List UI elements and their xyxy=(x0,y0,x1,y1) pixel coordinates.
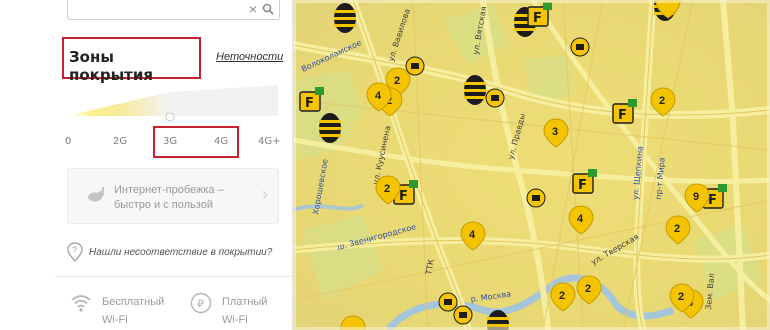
coverage-panel: × Зоны покрытия Неточности 0 2G 3G 4G 4G… xyxy=(0,0,293,330)
cluster-pin: 2 xyxy=(585,283,591,295)
svg-text:?: ? xyxy=(72,245,77,255)
cluster-pin: 2 xyxy=(559,290,565,302)
ruble-icon: ₽ xyxy=(190,292,212,314)
cluster-pin: 2 xyxy=(678,291,684,303)
cluster-pin: 4 xyxy=(375,90,382,102)
rabbit-icon xyxy=(88,187,105,202)
search-input[interactable]: × xyxy=(67,0,280,20)
mismatch-link[interactable]: Нашли несоответствие в покрытии? xyxy=(89,247,272,258)
scale-tick-2g[interactable]: 2G xyxy=(113,136,127,147)
coverage-scale-slider[interactable] xyxy=(66,84,278,124)
cluster-pin: 3 xyxy=(552,126,558,138)
cluster-pin: 4 xyxy=(577,213,584,225)
promo-line-2: быстро и с пользой xyxy=(114,199,213,211)
chevron-right-icon: › xyxy=(262,184,268,204)
coverage-title: Зоны покрытия xyxy=(62,37,201,84)
wifi-icon xyxy=(71,295,91,312)
paid-wifi-line-1: Платный xyxy=(222,296,268,308)
promo-line-1: Интернет-пробежка – xyxy=(114,184,224,196)
promo-card[interactable]: Интернет-пробежка – быстро и с пользой › xyxy=(67,168,279,224)
cluster-pin: 2 xyxy=(659,95,665,107)
cluster-pin: 4 xyxy=(469,229,476,241)
inaccuracy-link[interactable]: Неточности xyxy=(216,51,283,63)
scale-tick-0: 0 xyxy=(65,136,72,147)
highlight-3g-4g xyxy=(153,126,239,158)
divider xyxy=(55,276,293,277)
slider-handle xyxy=(165,112,175,122)
scale-tick-4g-plus[interactable]: 4G+ xyxy=(258,136,281,147)
question-pin-icon: ? xyxy=(67,242,83,262)
coverage-map[interactable]: F xyxy=(293,0,770,330)
paid-wifi-option[interactable]: Платный Wi-Fi xyxy=(222,293,267,329)
svg-text:₽: ₽ xyxy=(197,298,204,311)
paid-wifi-line-2: Wi-Fi xyxy=(222,314,248,326)
cluster-pin: 2 xyxy=(394,75,400,87)
free-wifi-line-2: Wi-Fi xyxy=(102,314,128,326)
search-icon[interactable] xyxy=(262,3,274,15)
cluster-pin: 2 xyxy=(384,183,390,195)
clear-search-button[interactable]: × xyxy=(249,1,257,17)
cluster-pin: 9 xyxy=(693,191,699,203)
cluster-pin: 2 xyxy=(674,223,680,235)
free-wifi-option[interactable]: Бесплатный Wi-Fi xyxy=(102,293,164,329)
free-wifi-line-1: Бесплатный xyxy=(102,296,165,308)
